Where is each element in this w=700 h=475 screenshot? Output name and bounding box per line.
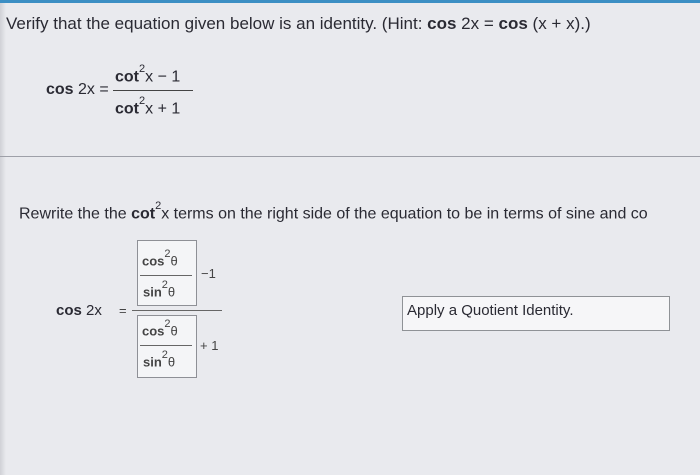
instr-post: x terms on the right side of the equatio…: [161, 205, 648, 223]
bot-num-var: θ: [170, 323, 178, 339]
reason-field[interactable]: Apply a Quotient Identity.: [402, 296, 670, 331]
reason-value: Apply a Quotient Identity.: [407, 302, 574, 319]
lhs-fn: cos: [46, 81, 74, 98]
top-accent-bar: [0, 0, 700, 3]
den-exp: 2: [139, 95, 146, 107]
instr-exp: 2: [155, 200, 162, 212]
lhs-arg: 2x =: [73, 81, 109, 98]
identity-numerator: cot2x − 1: [115, 63, 181, 86]
bot-den-var: θ: [167, 354, 176, 370]
hint-cos-2: cos: [498, 14, 528, 33]
hint-arg-2: (x + x).): [527, 14, 591, 33]
step-lhs-arg: 2x: [81, 302, 102, 319]
top-inner-bar: [140, 275, 192, 276]
top-den-fn: sin: [143, 284, 162, 300]
problem-prompt: Verify that the equation given below is …: [6, 14, 591, 34]
bot-num-fn: cos: [142, 323, 165, 339]
identity-lhs: cos 2x =: [46, 81, 109, 99]
num-rest: x − 1: [145, 68, 181, 86]
top-num-fn: cos: [142, 253, 165, 269]
step-lhs: cos 2x: [56, 302, 102, 319]
hint-cos: cos: [427, 14, 457, 33]
top-operator: −1: [201, 266, 216, 281]
left-shadow: [0, 0, 6, 475]
top-denominator: sin2θ: [143, 279, 176, 300]
fraction-bar: [113, 90, 193, 91]
bottom-denominator: sin2θ: [143, 349, 176, 370]
num-exp: 2: [139, 63, 146, 75]
equals-sign: =: [119, 303, 127, 318]
instr-pre: Rewrite the the: [19, 205, 132, 223]
section-divider: [0, 156, 700, 157]
bot-num-exp: 2: [164, 318, 171, 330]
bot-den-exp: 2: [161, 349, 168, 361]
den-rest: x + 1: [145, 100, 181, 118]
top-num-exp: 2: [164, 248, 171, 260]
top-den-var: θ: [167, 284, 176, 300]
top-numerator: cos2θ: [142, 248, 178, 269]
bottom-inner-bar: [140, 345, 192, 346]
step-lhs-fn: cos: [56, 302, 82, 319]
hint-arg: 2x =: [456, 14, 499, 33]
num-fn: cot: [115, 68, 139, 86]
top-den-exp: 2: [161, 279, 168, 291]
top-num-var: θ: [170, 253, 178, 269]
step-instruction: Rewrite the the cot2x terms on the right…: [19, 200, 648, 223]
bottom-operator: + 1: [200, 338, 219, 353]
identity-denominator: cot2x + 1: [115, 95, 181, 118]
bot-den-fn: sin: [143, 354, 162, 370]
instr-fn: cot: [131, 205, 156, 223]
den-fn: cot: [115, 100, 139, 118]
prompt-text: Verify that the equation given below is …: [6, 14, 428, 33]
main-fraction-bar: [132, 310, 222, 311]
bottom-numerator: cos2θ: [142, 318, 178, 339]
